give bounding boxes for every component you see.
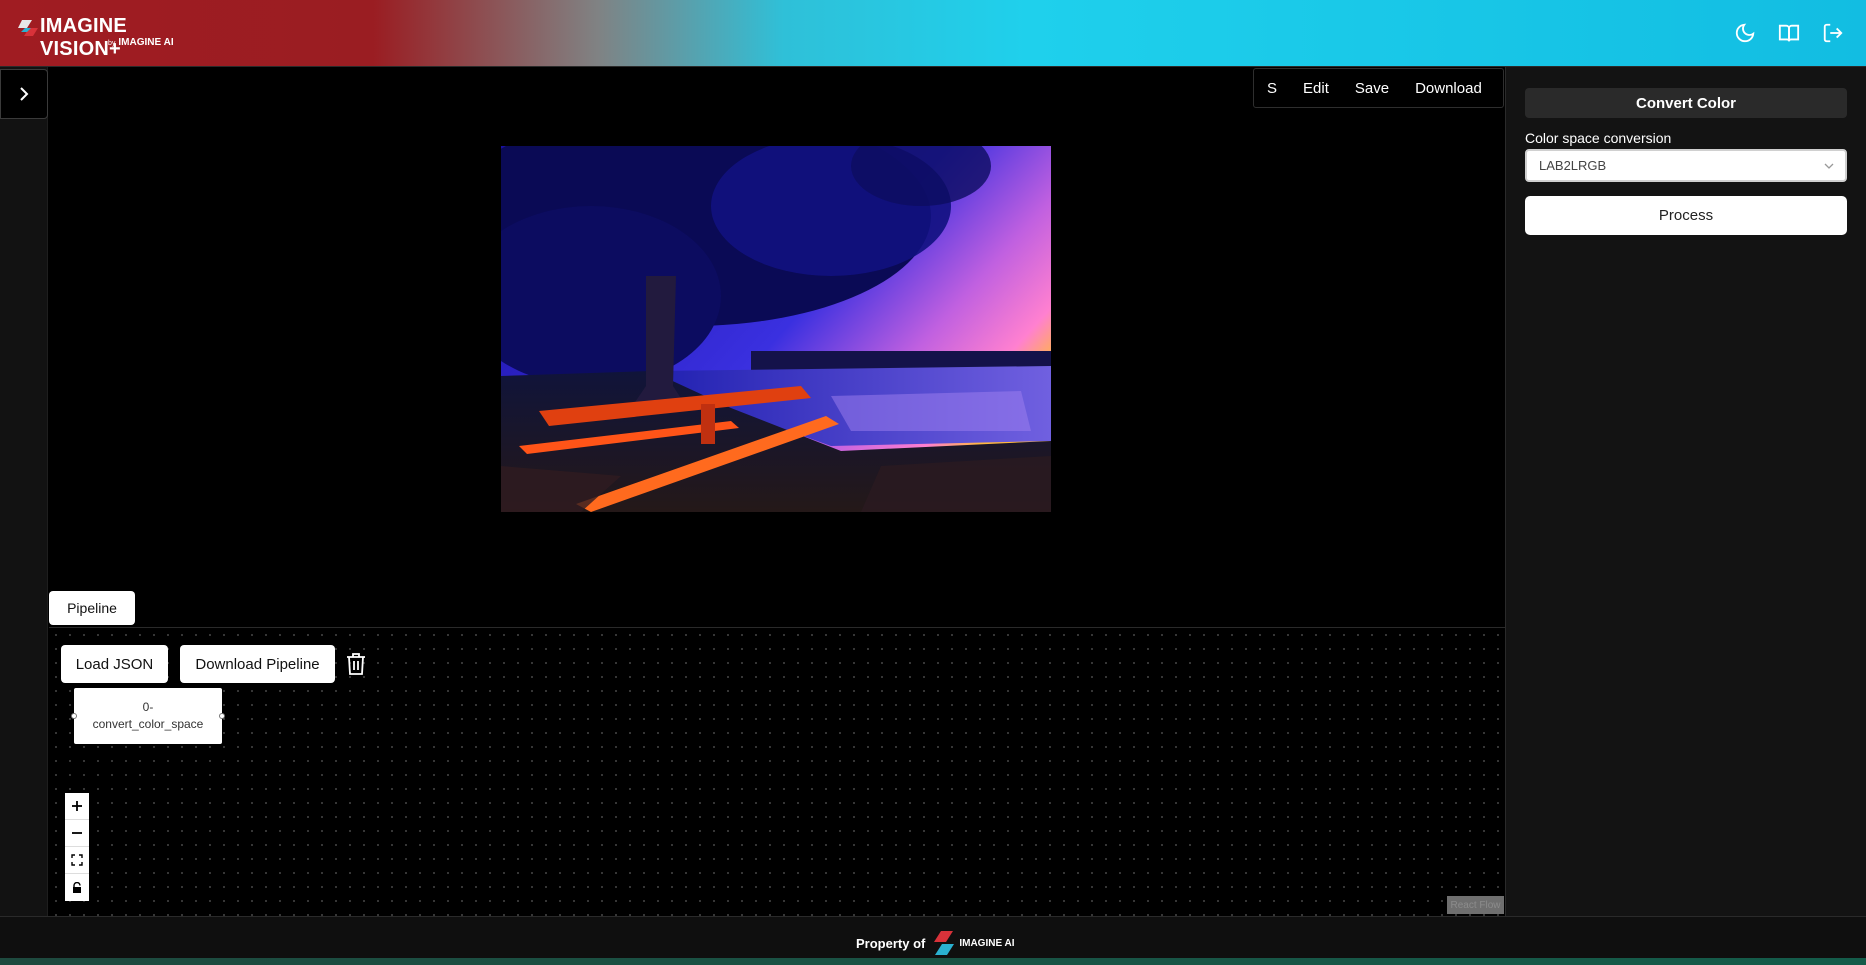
node-label-name: convert_color_space (92, 717, 204, 731)
s-button[interactable]: S (1254, 80, 1290, 97)
image-toolbar: S Edit Save Download (1253, 68, 1504, 108)
footer-logo: IMAGINE AI (933, 931, 1015, 955)
image-preview (501, 146, 1051, 512)
flow-controls (65, 793, 89, 901)
zoom-in-button[interactable] (65, 793, 89, 820)
download-pipeline-button[interactable]: Download Pipeline (180, 645, 335, 683)
logout-icon[interactable] (1820, 20, 1846, 46)
fit-view-button[interactable] (65, 847, 89, 874)
brand-company: IMAGINE AI (118, 37, 174, 48)
right-panel (1505, 67, 1866, 916)
processed-image (501, 146, 1051, 512)
node-input-handle[interactable] (71, 713, 77, 719)
zoom-out-button[interactable] (65, 820, 89, 847)
brand-by: by (108, 40, 116, 47)
react-flow-attribution[interactable]: React Flow (1447, 896, 1504, 914)
color-space-label: Color space conversion (1525, 130, 1672, 146)
brand-mark-icon (18, 20, 38, 36)
load-json-button[interactable]: Load JSON (61, 645, 168, 683)
color-space-select[interactable]: LAB2LRGB (1525, 149, 1847, 182)
download-button[interactable]: Download (1402, 80, 1495, 97)
brand-subtitle: by IMAGINE AI (108, 37, 174, 48)
chevron-right-icon (20, 87, 29, 101)
footer-strip (0, 958, 1866, 965)
lock-button[interactable] (65, 874, 89, 901)
node-label-index: 0- (142, 700, 154, 714)
app-header: IMAGINE VISION+ by IMAGINE AI (0, 0, 1866, 67)
book-icon[interactable] (1776, 20, 1802, 46)
left-sidebar (0, 67, 48, 916)
footer-content: Property of IMAGINE AI (856, 931, 1015, 955)
sidebar-expand-button[interactable] (0, 69, 48, 119)
node-label: 0- convert_color_space (93, 699, 204, 733)
moon-icon[interactable] (1732, 20, 1758, 46)
fit-view-icon (71, 854, 83, 866)
lock-icon (73, 881, 81, 893)
pipeline-node[interactable]: 0- convert_color_space (71, 688, 225, 744)
trash-icon[interactable] (345, 652, 367, 676)
panel-title: Convert Color (1525, 88, 1847, 118)
header-actions (1732, 20, 1846, 46)
footer-property-text: Property of (856, 935, 926, 951)
company-mark-icon (934, 931, 955, 955)
color-space-value: LAB2LRGB (1539, 158, 1607, 173)
plus-icon (72, 801, 82, 811)
minus-icon (72, 832, 82, 834)
edit-button[interactable]: Edit (1290, 80, 1342, 97)
chevron-down-icon (1824, 163, 1834, 169)
node-output-handle[interactable] (219, 713, 225, 719)
save-button[interactable]: Save (1342, 80, 1402, 97)
tab-pipeline[interactable]: Pipeline (49, 591, 135, 625)
process-button[interactable]: Process (1525, 196, 1847, 235)
footer-company: IMAGINE AI (959, 937, 1015, 949)
brand-logo[interactable]: IMAGINE VISION+ by IMAGINE AI (18, 15, 208, 60)
